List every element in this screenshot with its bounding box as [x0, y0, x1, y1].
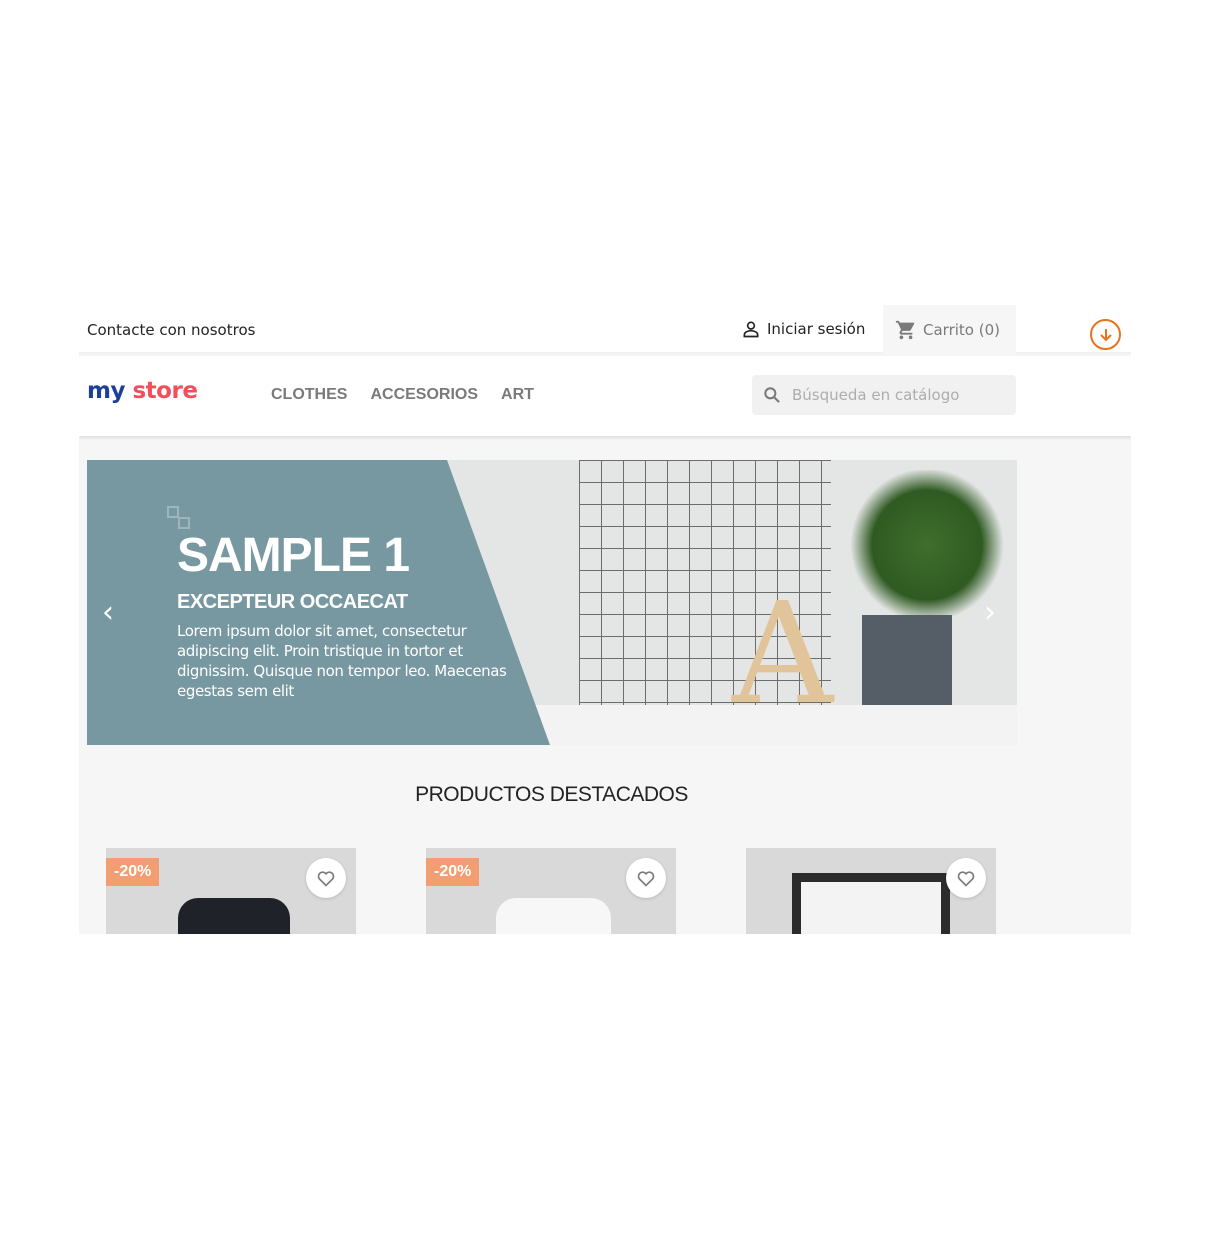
- slider-prev-icon[interactable]: ‹: [102, 595, 114, 630]
- main-nav: CLOTHES ACCESORIOS ART: [271, 386, 534, 404]
- search-input[interactable]: [792, 386, 992, 404]
- download-icon[interactable]: [1090, 319, 1121, 350]
- product-image: [178, 898, 290, 934]
- slide-image-letter: A: [732, 573, 834, 736]
- slide-subtitle: EXCEPTEUR OCCAECAT: [177, 591, 408, 613]
- product-card[interactable]: [746, 848, 996, 934]
- cart-button[interactable]: Carrito (0): [883, 305, 1016, 354]
- hero-slider: A SAMPLE 1 EXCEPTEUR OCCAECAT Lorem ipsu…: [87, 460, 1017, 745]
- discount-badge: -20%: [106, 858, 160, 886]
- product-card[interactable]: -20%: [426, 848, 676, 934]
- search-icon: [764, 387, 780, 403]
- nav-accesorios[interactable]: ACCESORIOS: [370, 386, 478, 404]
- wishlist-heart-icon[interactable]: [306, 858, 346, 898]
- cart-icon: [895, 320, 915, 339]
- login-link[interactable]: Iniciar sesión: [741, 319, 865, 339]
- store-page: Contacte con nosotros Iniciar sesión Car…: [79, 305, 1131, 934]
- nav-clothes[interactable]: CLOTHES: [271, 386, 347, 404]
- product-image: [496, 898, 611, 934]
- slide-image-plant: [847, 470, 1007, 620]
- user-icon: [743, 321, 759, 338]
- search-box: [752, 375, 1016, 415]
- slide-title: SAMPLE 1: [177, 529, 410, 582]
- product-card[interactable]: -20%: [106, 848, 356, 934]
- wishlist-heart-icon[interactable]: [626, 858, 666, 898]
- discount-badge: -20%: [426, 858, 480, 886]
- cart-label: Carrito (0): [923, 320, 1000, 339]
- nav-art[interactable]: ART: [501, 386, 534, 404]
- slider-next-icon[interactable]: ›: [984, 595, 996, 630]
- slide-text: Lorem ipsum dolor sit amet, consectetur …: [177, 622, 507, 700]
- logo-my: my: [87, 378, 125, 404]
- top-bar: Contacte con nosotros Iniciar sesión Car…: [79, 305, 1131, 354]
- logo-store: store: [132, 378, 198, 404]
- slide-image-pot: [862, 615, 952, 715]
- contact-link[interactable]: Contacte con nosotros: [87, 321, 255, 339]
- main-header: my store CLOTHES ACCESORIOS ART: [79, 356, 1131, 436]
- featured-title: PRODUCTOS DESTACADOS: [415, 783, 688, 806]
- product-image: [792, 873, 950, 934]
- login-label: Iniciar sesión: [767, 320, 866, 338]
- wishlist-heart-icon[interactable]: [946, 858, 986, 898]
- slide-image-shelf: [507, 705, 1017, 745]
- store-logo[interactable]: my store: [87, 378, 198, 404]
